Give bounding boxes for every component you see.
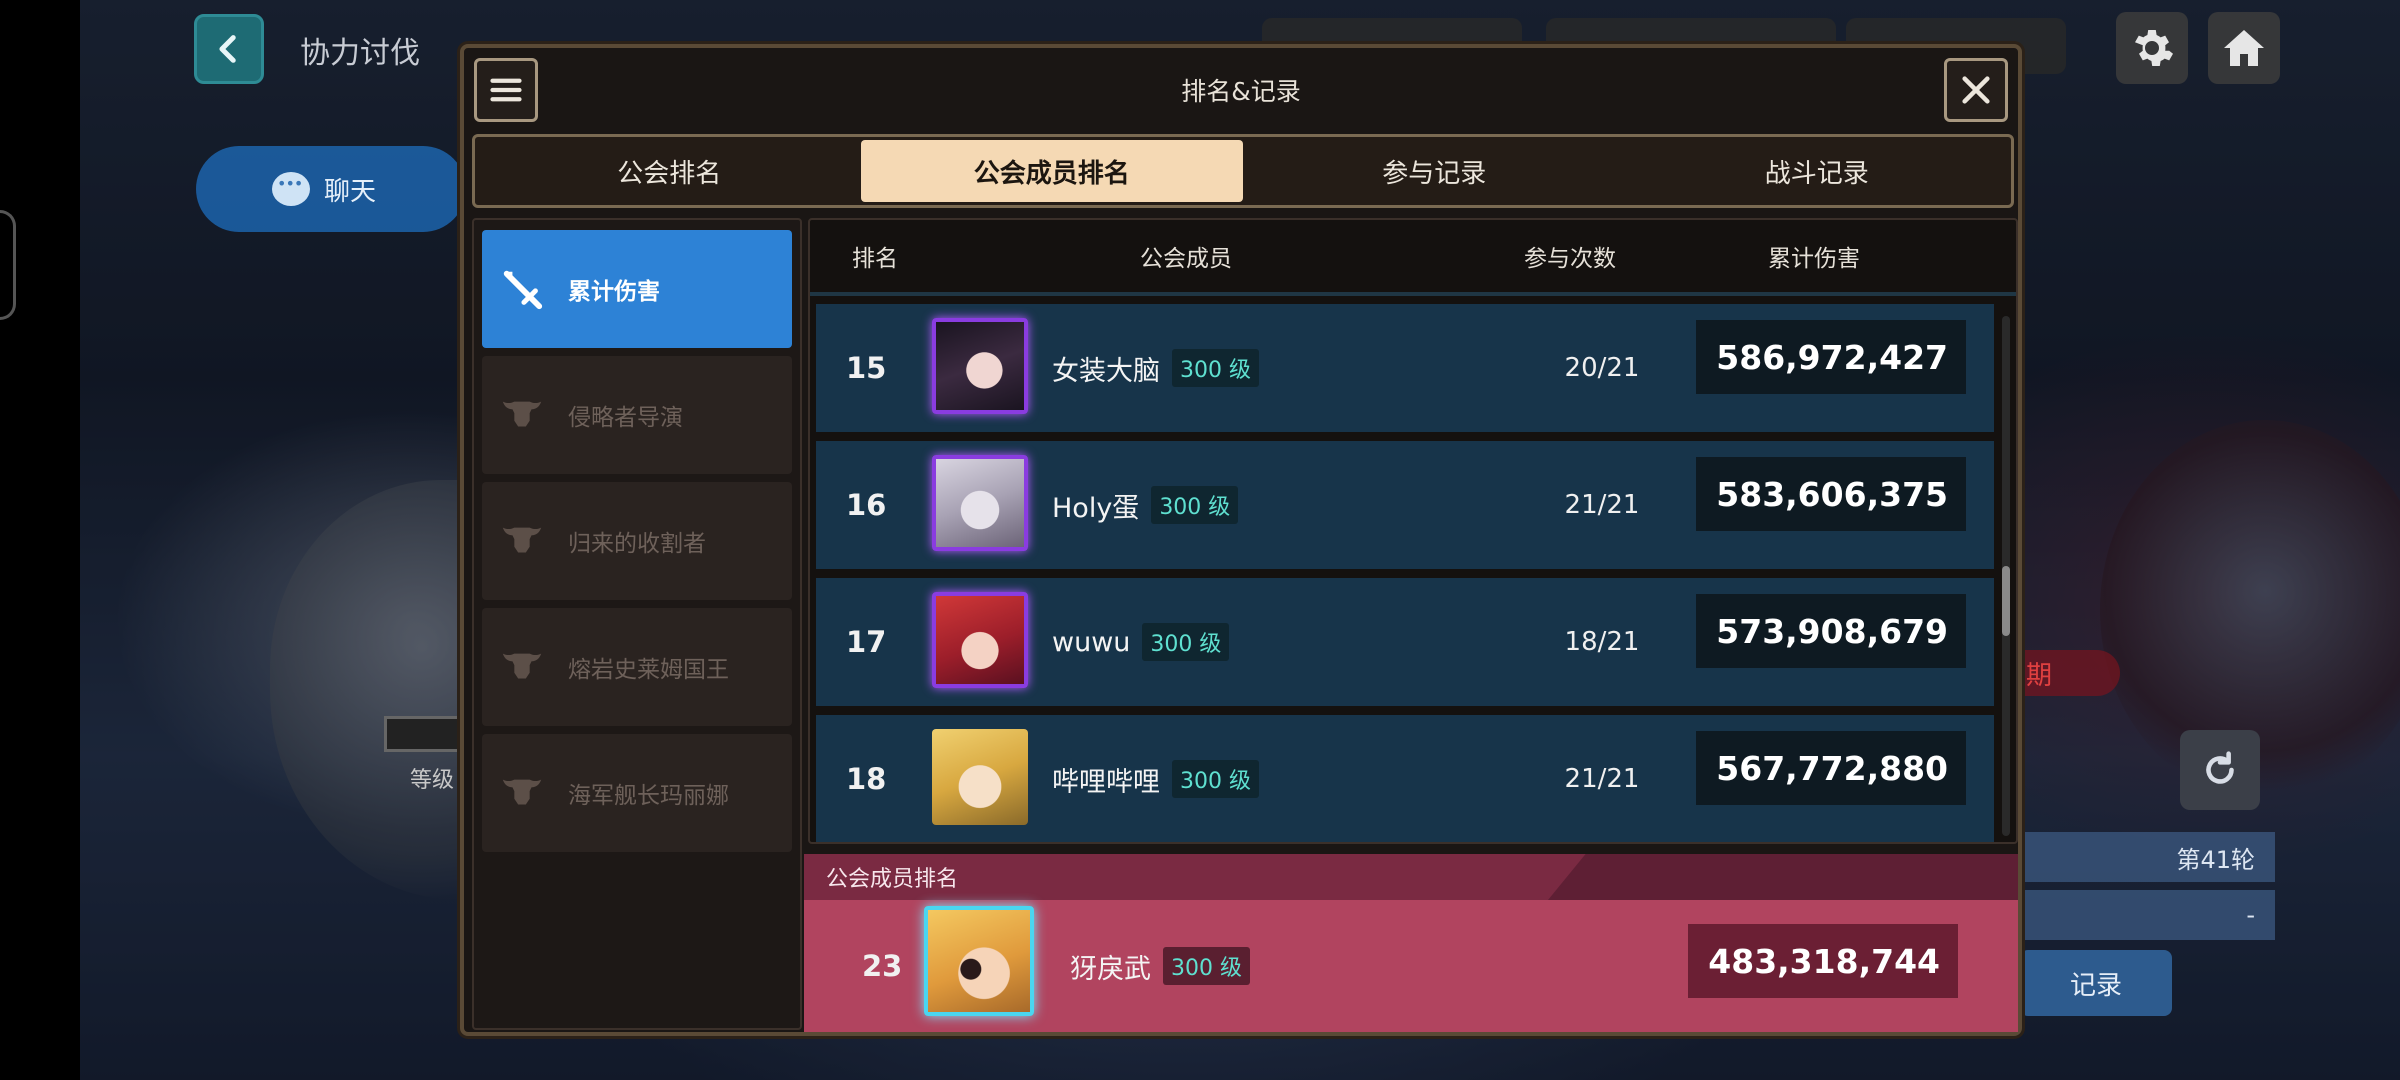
avatar[interactable]: [932, 455, 1028, 551]
member-info: 女装大脑 300 级: [1052, 304, 1259, 432]
my-avatar[interactable]: [924, 906, 1034, 1016]
avatar[interactable]: [932, 729, 1028, 825]
damage-value: 573,908,679: [1696, 594, 1966, 668]
row-rank: 16: [846, 488, 887, 522]
my-ranking-title: 公会成员排名: [826, 867, 959, 892]
chat-bubble-icon: [272, 172, 310, 206]
avatar[interactable]: [932, 592, 1028, 688]
close-icon: [1962, 76, 1990, 104]
modal-header: 排名&记录: [464, 48, 2018, 132]
damage-value: 583,606,375: [1696, 457, 1966, 531]
home-button[interactable]: [2208, 12, 2280, 84]
damage-value: 586,972,427: [1696, 320, 1966, 394]
refresh-icon: [2206, 751, 2234, 784]
category-label: 累计伤害: [568, 279, 660, 305]
my-name: 犽戾武: [1070, 953, 1151, 985]
table-row[interactable]: 17 wuwu 300 级 18/21 573,908,679: [816, 578, 1994, 706]
member-level-badge: 300 级: [1172, 760, 1259, 798]
row-rank: 18: [846, 762, 887, 796]
damage-value: 567,772,880: [1696, 731, 1966, 805]
gear-icon: [2135, 30, 2173, 66]
level-label: 等级: [410, 768, 455, 793]
table-scrollbar[interactable]: [2002, 316, 2010, 836]
tab-bar: 公会排名 公会成员排名 参与记录 战斗记录: [472, 134, 2014, 208]
category-boss-1[interactable]: 侵略者导演: [482, 356, 792, 474]
bull-skull-icon: [496, 515, 548, 567]
column-header-damage: 累计伤害: [1768, 246, 1860, 272]
table-rows: 15 女装大脑 300 级 20/21 586,972,427 16 Holy蛋: [816, 304, 1994, 842]
row-rank: 15: [846, 351, 887, 385]
my-damage-value: 483,318,744: [1688, 924, 1958, 998]
tab-guild-member-ranking[interactable]: 公会成员排名: [860, 140, 1243, 202]
category-list: 累计伤害 侵略者导演 归来的收割者 熔岩史莱姆国王 海军舰长玛丽娜: [472, 218, 802, 1030]
my-ranking: 公会成员排名 23 犽戾武 300 级 483,318,744: [804, 854, 2018, 1032]
modal-title: 排名&记录: [1181, 77, 1301, 106]
info-dash: -: [2020, 890, 2275, 940]
member-info: wuwu 300 级: [1052, 578, 1230, 706]
member-level-badge: 300 级: [1142, 623, 1230, 661]
scene-title: 协力讨伐: [300, 36, 420, 71]
bull-skull-icon: [496, 767, 548, 819]
member-level-badge: 300 级: [1151, 486, 1239, 524]
chat-button[interactable]: 聊天: [196, 146, 466, 232]
record-button[interactable]: 记录: [2020, 950, 2172, 1016]
row-rank: 17: [846, 625, 887, 659]
chat-label: 聊天: [324, 176, 377, 207]
my-info: 犽戾武 300 级: [1070, 900, 1250, 1032]
participation-count: 21/21: [1564, 490, 1640, 520]
category-boss-2[interactable]: 归来的收割者: [482, 482, 792, 600]
round-info: 第41轮: [2020, 832, 2275, 882]
level-bar: [384, 716, 464, 752]
category-boss-3[interactable]: 熔岩史莱姆国王: [482, 608, 792, 726]
member-name: 哔哩哔哩: [1052, 766, 1160, 798]
my-level-badge: 300 级: [1163, 947, 1250, 985]
ranking-modal: 排名&记录 公会排名 公会成员排名 参与记录 战斗记录 累计伤害 侵略者导演 归…: [460, 44, 2022, 1036]
category-label: 熔岩史莱姆国王: [568, 657, 729, 683]
close-button[interactable]: [1944, 58, 2008, 122]
home-icon: [2224, 30, 2264, 66]
member-info: 哔哩哔哩 300 级: [1052, 715, 1259, 842]
table-row[interactable]: 16 Holy蛋 300 级 21/21 583,606,375: [816, 441, 1994, 569]
tab-battle-record[interactable]: 战斗记录: [1626, 140, 2009, 202]
my-rank: 23: [862, 949, 903, 983]
screen-edge-tab: [0, 210, 16, 320]
period-badge: 期: [2010, 650, 2120, 696]
category-label: 归来的收割者: [568, 531, 706, 557]
table-row[interactable]: 15 女装大脑 300 级 20/21 586,972,427: [816, 304, 1994, 432]
my-ranking-header: 公会成员排名: [804, 854, 2018, 900]
category-label: 海军舰长玛丽娜: [568, 783, 729, 809]
refresh-button[interactable]: [2180, 730, 2260, 810]
member-name: 女装大脑: [1052, 355, 1160, 387]
category-boss-4[interactable]: 海军舰长玛丽娜: [482, 734, 792, 852]
table-header: 排名 公会成员 参与次数 累计伤害: [810, 220, 2016, 296]
participation-count: 20/21: [1564, 353, 1640, 383]
chevron-left-icon: [219, 35, 236, 63]
column-header-rank: 排名: [852, 246, 898, 272]
tab-guild-ranking[interactable]: 公会排名: [478, 140, 861, 202]
member-name: Holy蛋: [1052, 492, 1140, 524]
sword-icon: [496, 263, 548, 315]
settings-button[interactable]: [2116, 12, 2188, 84]
scroll-thumb[interactable]: [2002, 566, 2010, 636]
ranking-table[interactable]: 排名 公会成员 参与次数 累计伤害 15 女装大脑 300 级 20/21 58…: [808, 218, 2018, 844]
category-label: 侵略者导演: [568, 405, 683, 431]
bull-skull-icon: [496, 641, 548, 693]
column-header-participation: 参与次数: [1524, 246, 1616, 272]
column-header-member: 公会成员: [1140, 246, 1232, 272]
member-info: Holy蛋 300 级: [1052, 441, 1239, 569]
back-button[interactable]: [194, 14, 264, 84]
table-row[interactable]: 18 哔哩哔哩 300 级 21/21 567,772,880: [816, 715, 1994, 842]
my-ranking-row[interactable]: 23 犽戾武 300 级 483,318,744: [804, 900, 2018, 1032]
avatar[interactable]: [932, 318, 1028, 414]
tab-participation-record[interactable]: 参与记录: [1243, 140, 1626, 202]
member-level-badge: 300 级: [1172, 349, 1259, 387]
bull-skull-icon: [496, 389, 548, 441]
participation-count: 21/21: [1564, 764, 1640, 794]
participation-count: 18/21: [1564, 627, 1640, 657]
member-name: wuwu: [1052, 626, 1131, 658]
category-total-damage[interactable]: 累计伤害: [482, 230, 792, 348]
